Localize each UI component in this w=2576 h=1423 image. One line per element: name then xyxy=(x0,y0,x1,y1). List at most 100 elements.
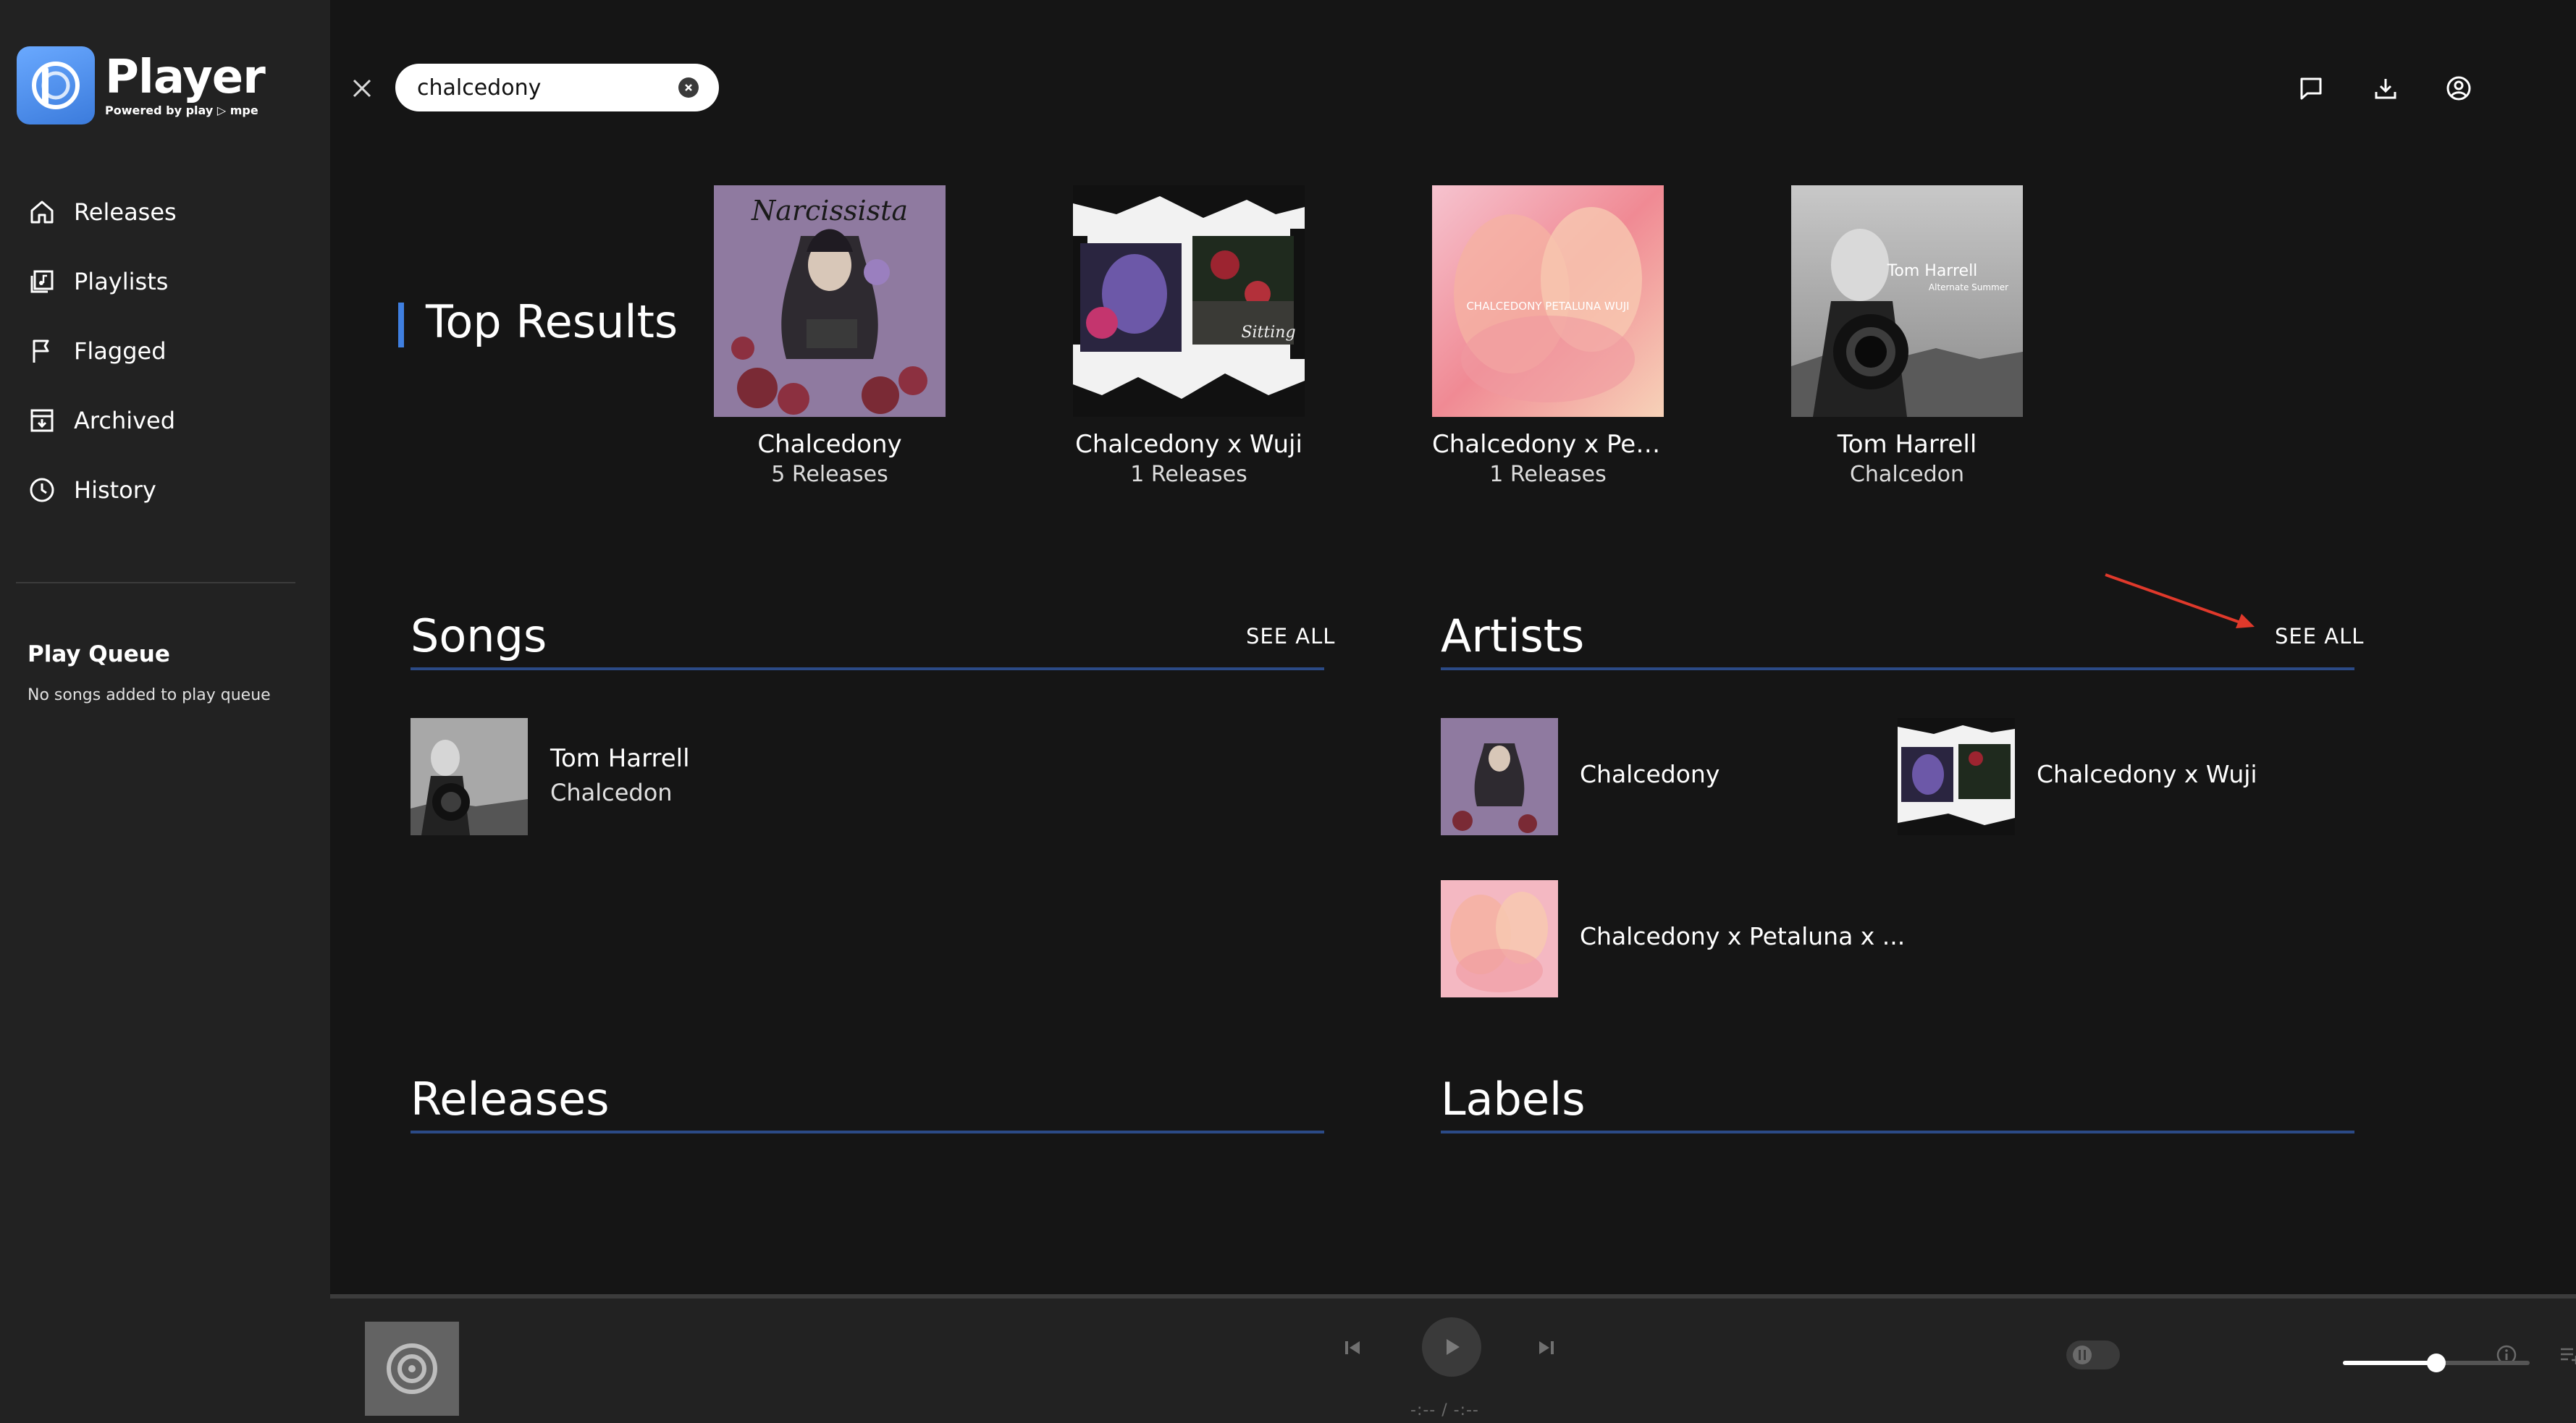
sidebar-item-history[interactable]: History xyxy=(28,468,156,512)
album-art: CHALCEDONY PETALUNA WUJI xyxy=(1432,185,1664,417)
top-result-card[interactable]: Narcissista Chalcedony 5 Releases xyxy=(714,185,946,487)
top-result-card[interactable]: CHALCEDONY PETALUNA WUJI Chalcedony x Pe… xyxy=(1432,185,1664,487)
app-logo[interactable]: Player Powered by play ▷ mpe xyxy=(17,46,266,124)
result-subtitle: 1 Releases xyxy=(1489,462,1607,487)
download-icon xyxy=(2375,79,2396,99)
artists-section-divider xyxy=(1441,667,2354,670)
artists-see-all-link[interactable]: SEE ALL xyxy=(2275,624,2364,649)
artist-art xyxy=(1898,718,2015,835)
sidebar-item-label: Archived xyxy=(74,407,176,434)
info-button[interactable] xyxy=(2491,1339,2522,1371)
album-art-text: Narcissista xyxy=(751,195,908,227)
result-subtitle: 5 Releases xyxy=(771,462,888,487)
disc-icon xyxy=(387,1343,437,1394)
flag-icon xyxy=(33,339,49,363)
player-logo-icon xyxy=(17,46,95,124)
app-subtitle: Powered by play ▷ mpe xyxy=(105,103,258,117)
next-button[interactable] xyxy=(1531,1332,1562,1364)
album-art: Sitting xyxy=(1073,185,1305,417)
play-icon xyxy=(1447,1339,1460,1355)
album-art-text: Tom Harrell xyxy=(1887,262,1978,280)
result-subtitle: 1 Releases xyxy=(1130,462,1247,487)
add-to-queue-button[interactable] xyxy=(2554,1339,2576,1371)
artist-art xyxy=(1441,718,1558,835)
album-art-text: Sitting xyxy=(1241,324,1295,342)
labels-section-title: Labels xyxy=(1441,1073,1586,1126)
sidebar-item-label: Releases xyxy=(74,198,177,226)
releases-section-divider xyxy=(411,1131,1324,1133)
sidebar: Player Powered by play ▷ mpe Releases Pl… xyxy=(0,0,330,1423)
now-playing-art xyxy=(365,1322,459,1416)
songs-see-all-link[interactable]: SEE ALL xyxy=(1246,624,1335,649)
volume-slider-handle[interactable] xyxy=(2427,1354,2446,1372)
skip-next-icon xyxy=(1539,1341,1554,1354)
sidebar-item-label: Playlists xyxy=(74,268,169,295)
player-bar: -:-- / -:-- xyxy=(330,1294,2576,1423)
play-queue-empty-text: No songs added to play queue xyxy=(28,686,271,704)
sidebar-divider xyxy=(16,582,295,583)
artist-name: Chalcedony xyxy=(1580,760,1720,788)
top-result-card[interactable]: Tom Harrell Alternate Summer Tom Harrell… xyxy=(1791,185,2023,487)
artist-art xyxy=(1441,880,1558,997)
artists-section-title: Artists xyxy=(1441,609,1585,662)
clear-search-button[interactable] xyxy=(678,77,699,98)
volume-slider[interactable] xyxy=(2343,1354,2530,1372)
result-title: Chalcedony x Wuji xyxy=(1075,430,1302,459)
album-art-text: CHALCEDONY PETALUNA WUJI xyxy=(1466,300,1629,313)
labels-section-divider xyxy=(1441,1131,2354,1133)
autoplay-toggle[interactable] xyxy=(2066,1340,2120,1369)
pause-circle-icon xyxy=(2073,1346,2092,1364)
songs-section-title: Songs xyxy=(411,609,547,662)
user-circle-icon xyxy=(2446,76,2471,101)
song-row[interactable]: Tom Harrell Chalcedon xyxy=(411,718,845,835)
top-results-title: Top Results xyxy=(426,295,678,348)
feedback-button[interactable] xyxy=(2295,72,2327,104)
song-title: Tom Harrell xyxy=(550,744,690,773)
close-icon xyxy=(353,79,371,98)
chat-icon xyxy=(2300,77,2322,100)
archive-icon xyxy=(30,409,54,432)
result-title: Tom Harrell xyxy=(1837,430,1977,459)
sidebar-item-playlists[interactable]: Playlists xyxy=(28,260,168,303)
result-subtitle: Chalcedon xyxy=(1849,462,1965,487)
artist-name: Chalcedony x Wuji xyxy=(2037,760,2257,788)
playlist-icon xyxy=(30,270,54,293)
close-search-button[interactable] xyxy=(346,72,378,104)
song-art xyxy=(411,718,528,835)
song-subtitle: Chalcedon xyxy=(550,779,673,806)
top-results-accent-bar xyxy=(398,303,404,347)
sidebar-item-releases[interactable]: Releases xyxy=(28,190,177,234)
download-button[interactable] xyxy=(2370,72,2402,104)
play-button[interactable] xyxy=(1422,1317,1481,1377)
clock-icon xyxy=(30,478,54,502)
result-title: Chalcedony xyxy=(757,430,902,459)
top-result-card[interactable]: Sitting Chalcedony x Wuji 1 Releases xyxy=(1073,185,1305,487)
search-box xyxy=(395,64,719,111)
playback-time: -:-- / -:-- xyxy=(1410,1401,1479,1419)
previous-button[interactable] xyxy=(1337,1332,1368,1364)
annotation-arrow xyxy=(2105,573,2255,628)
artist-item[interactable]: Chalcedony x Wuji xyxy=(1898,718,2303,835)
queue-add-icon xyxy=(2561,1348,2576,1364)
songs-section-divider xyxy=(411,667,1324,670)
volume-slider-fill xyxy=(2343,1361,2436,1365)
sidebar-item-archived[interactable]: Archived xyxy=(28,399,175,442)
result-title: Chalcedony x Pet... xyxy=(1432,430,1664,459)
app-title: Player xyxy=(105,50,266,104)
skip-previous-icon xyxy=(1345,1341,1360,1354)
artist-name: Chalcedony x Petaluna x ... xyxy=(1580,922,1906,950)
album-art-subtext: Alternate Summer xyxy=(1929,282,2008,292)
sidebar-item-flagged[interactable]: Flagged xyxy=(28,329,167,373)
releases-section-title: Releases xyxy=(411,1073,610,1126)
artist-item[interactable]: Chalcedony x Petaluna x ... xyxy=(1441,880,1905,997)
album-art: Tom Harrell Alternate Summer xyxy=(1791,185,2023,417)
search-input[interactable] xyxy=(417,71,678,104)
play-queue-title: Play Queue xyxy=(28,641,170,667)
sidebar-item-label: Flagged xyxy=(74,337,167,365)
account-button[interactable] xyxy=(2443,72,2475,104)
album-art: Narcissista xyxy=(714,185,946,417)
home-icon xyxy=(30,200,54,224)
sidebar-item-label: History xyxy=(74,476,156,504)
artist-item[interactable]: Chalcedony xyxy=(1441,718,1846,835)
clear-icon xyxy=(685,84,692,91)
